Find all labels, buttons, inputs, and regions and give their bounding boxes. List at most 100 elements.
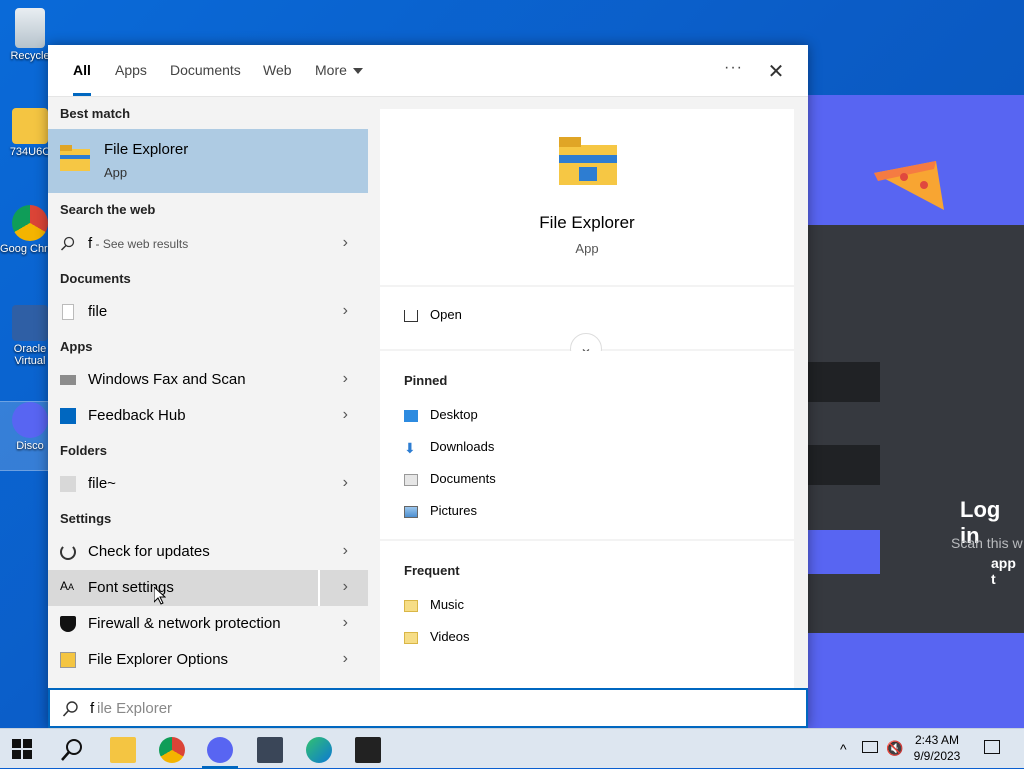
pinned-card: Pinned Desktop ⬇ Downloads Documents Pict…	[380, 351, 794, 539]
windows-start-icon[interactable]	[12, 739, 32, 759]
download-icon: ⬇	[404, 439, 416, 456]
clock[interactable]: 2:43 AM 9/9/2023	[902, 732, 972, 764]
discord-email-field[interactable]	[808, 362, 880, 402]
frequent-heading: Frequent	[404, 563, 460, 578]
app-row-feedback-hub[interactable]: Feedback Hub ›	[48, 398, 368, 434]
search-icon[interactable]	[60, 737, 86, 763]
file-explorer-large-icon	[559, 137, 617, 185]
search-icon	[60, 236, 75, 251]
pinned-heading: Pinned	[404, 373, 448, 388]
pizza-illustration-icon	[874, 161, 944, 210]
network-icon[interactable]	[862, 741, 878, 753]
discord-window: Log in Scan this w app t	[808, 95, 1024, 728]
preview-header-card: File Explorer App	[380, 109, 794, 285]
search-icon	[62, 701, 78, 717]
file-explorer-taskbar-icon[interactable]	[110, 737, 136, 763]
documents-icon	[404, 473, 418, 486]
font-icon: AA	[60, 579, 75, 593]
pinned-downloads[interactable]: ⬇ Downloads	[404, 439, 494, 456]
discord-scan-text: Scan this w	[951, 535, 1023, 551]
pinned-pictures[interactable]: Pictures	[404, 503, 477, 518]
volume-muted-icon[interactable]: 🔇	[886, 740, 903, 757]
caret-down-icon	[352, 68, 363, 75]
folder-icon	[404, 599, 418, 612]
chevron-right-icon: ›	[342, 650, 348, 667]
tab-all[interactable]: All	[73, 62, 91, 96]
setting-row-firewall[interactable]: Firewall & network protection ›	[48, 606, 368, 642]
pictures-icon	[404, 505, 418, 518]
preview-title: File Explorer	[539, 213, 635, 232]
desktop-icon	[404, 409, 418, 422]
clock-date: 9/9/2023	[913, 749, 961, 763]
discord-icon	[12, 402, 48, 438]
web-result-row[interactable]: f - See web results ›	[48, 226, 368, 262]
chrome-taskbar-icon[interactable]	[159, 737, 185, 763]
search-autocomplete-text: ile Explorer	[97, 700, 173, 717]
preview-pane: File Explorer App Open ⌄ Pinned Desktop …	[380, 109, 794, 729]
chevron-right-icon: ›	[342, 474, 348, 491]
fax-scan-icon	[60, 375, 76, 385]
feedback-hub-icon	[60, 408, 76, 424]
setting-row-check-updates[interactable]: Check for updates ›	[48, 534, 368, 570]
document-row[interactable]: file ›	[48, 294, 368, 330]
mail-taskbar-icon[interactable]	[257, 737, 283, 763]
file-explorer-icon	[60, 145, 90, 171]
settings-heading: Settings	[60, 511, 112, 526]
search-input[interactable]: f ile Explorer	[48, 688, 808, 728]
best-match-title: File Explorer	[104, 141, 189, 158]
open-icon	[404, 309, 418, 322]
chevron-right-icon: ›	[342, 578, 348, 595]
taskbar: ^ 🔇 2:43 AM 9/9/2023	[0, 728, 1024, 769]
chevron-right-icon: ›	[342, 302, 348, 319]
tab-more[interactable]: More	[315, 62, 363, 96]
folder-options-icon	[60, 652, 76, 668]
chevron-right-icon: ›	[342, 406, 348, 423]
virtualbox-icon	[12, 305, 48, 341]
document-icon	[62, 304, 74, 320]
tab-web[interactable]: Web	[263, 62, 292, 96]
recycle-bin-icon	[15, 8, 45, 48]
chrome-icon	[12, 205, 48, 241]
folder-icon	[404, 631, 418, 644]
tab-apps[interactable]: Apps	[115, 62, 147, 96]
chevron-up-icon[interactable]: ^	[840, 741, 847, 757]
preview-sub: App	[575, 241, 599, 256]
apps-heading: Apps	[60, 339, 93, 354]
pinned-documents[interactable]: Documents	[404, 471, 496, 486]
folder-row[interactable]: file~ ›	[48, 466, 368, 502]
more-options-icon[interactable]: ···	[724, 59, 743, 77]
folders-heading: Folders	[60, 443, 107, 458]
clock-time: 2:43 AM	[914, 733, 960, 747]
documents-heading: Documents	[60, 271, 131, 286]
store-taskbar-icon[interactable]	[355, 737, 381, 763]
frequent-music[interactable]: Music	[404, 597, 464, 612]
best-match-heading: Best match	[60, 106, 131, 121]
pinned-desktop[interactable]: Desktop	[404, 407, 478, 422]
discord-app-text: app t	[991, 555, 1016, 587]
edge-taskbar-icon[interactable]	[306, 737, 332, 763]
best-match-sub: App	[104, 165, 128, 180]
mouse-cursor-icon	[154, 587, 166, 605]
frequent-videos[interactable]: Videos	[404, 629, 470, 644]
notification-icon[interactable]	[984, 740, 1000, 754]
folder-icon	[12, 108, 48, 144]
folder-icon	[60, 476, 76, 492]
chevron-right-icon: ›	[342, 542, 348, 559]
chevron-right-icon: ›	[342, 370, 348, 387]
setting-row-font-settings[interactable]: AA Font settings ›	[48, 570, 368, 606]
search-web-heading: Search the web	[60, 202, 156, 217]
close-icon[interactable]: ✕	[766, 59, 786, 83]
refresh-icon	[60, 544, 76, 560]
search-tabs: All Apps Documents Web More ··· ✕	[48, 45, 808, 97]
best-match-file-explorer[interactable]: File Explorer App	[48, 129, 368, 193]
search-panel: All Apps Documents Web More ··· ✕ Best m…	[48, 45, 808, 729]
chevron-right-icon: ›	[342, 614, 348, 631]
discord-taskbar-icon[interactable]	[207, 737, 233, 763]
shield-icon	[60, 616, 76, 632]
discord-login-button[interactable]	[808, 530, 880, 574]
discord-password-field[interactable]	[808, 445, 880, 485]
tab-documents[interactable]: Documents	[170, 62, 241, 96]
open-action[interactable]: Open	[404, 307, 462, 322]
app-row-fax-scan[interactable]: Windows Fax and Scan ›	[48, 362, 368, 398]
setting-row-file-explorer-options[interactable]: File Explorer Options ›	[48, 642, 368, 678]
